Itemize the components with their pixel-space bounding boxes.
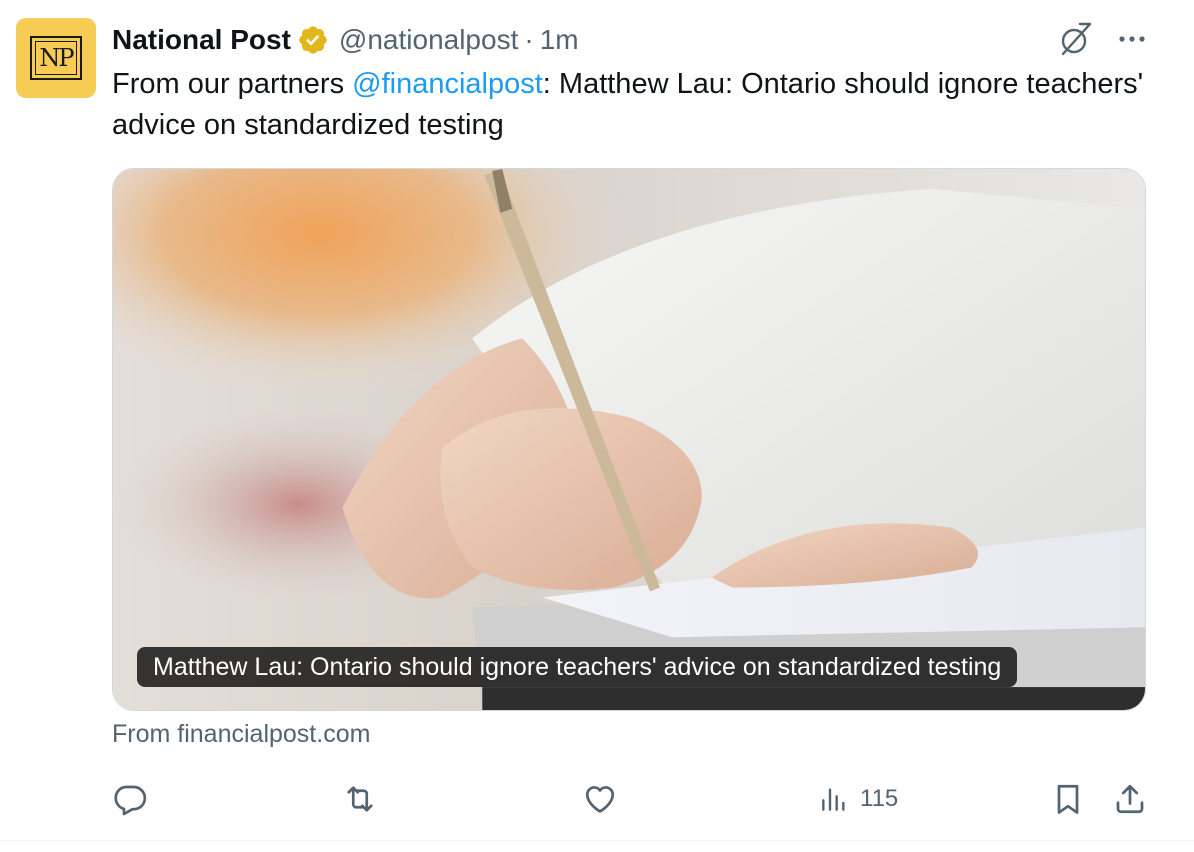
repost-icon — [342, 781, 378, 817]
divider — [0, 840, 1194, 841]
views-icon — [818, 783, 850, 815]
verified-badge-icon[interactable] — [297, 24, 329, 56]
card-image — [113, 169, 1145, 710]
avatar[interactable]: NP — [16, 18, 96, 98]
tweet-text-prefix: From our partners — [112, 68, 353, 100]
tweet[interactable]: NP National Post @nationalpost · 1m From… — [0, 0, 1194, 852]
handle[interactable]: @nationalpost — [339, 24, 518, 56]
grok-icon[interactable] — [1054, 18, 1096, 60]
card-source[interactable]: From financialpost.com — [112, 720, 370, 749]
tweet-header: National Post @nationalpost · 1m — [112, 20, 579, 60]
reply-icon — [112, 781, 148, 817]
views-button[interactable]: 115 — [818, 774, 898, 824]
display-name[interactable]: National Post — [112, 24, 291, 56]
share-icon — [1112, 781, 1148, 817]
timestamp[interactable]: 1m — [540, 24, 579, 56]
card-caption: Matthew Lau: Ontario should ignore teach… — [137, 647, 1018, 687]
link-card[interactable]: Matthew Lau: Ontario should ignore teach… — [112, 168, 1146, 711]
views-count: 115 — [860, 785, 899, 812]
avatar-logo: NP — [30, 36, 82, 80]
like-icon — [582, 781, 618, 817]
separator: · — [524, 24, 534, 55]
reply-button[interactable] — [112, 774, 148, 824]
bookmark-button[interactable] — [1050, 774, 1086, 824]
header-actions — [1054, 18, 1150, 60]
repost-button[interactable] — [342, 774, 378, 824]
like-button[interactable] — [582, 774, 618, 824]
more-options-icon[interactable] — [1114, 21, 1150, 57]
tweet-text: From our partners @financialpost: Matthe… — [112, 64, 1152, 146]
bookmark-icon — [1050, 781, 1086, 817]
share-button[interactable] — [1112, 774, 1148, 824]
action-bar: 115 — [112, 774, 1152, 824]
mention-link[interactable]: @financialpost — [352, 68, 543, 100]
